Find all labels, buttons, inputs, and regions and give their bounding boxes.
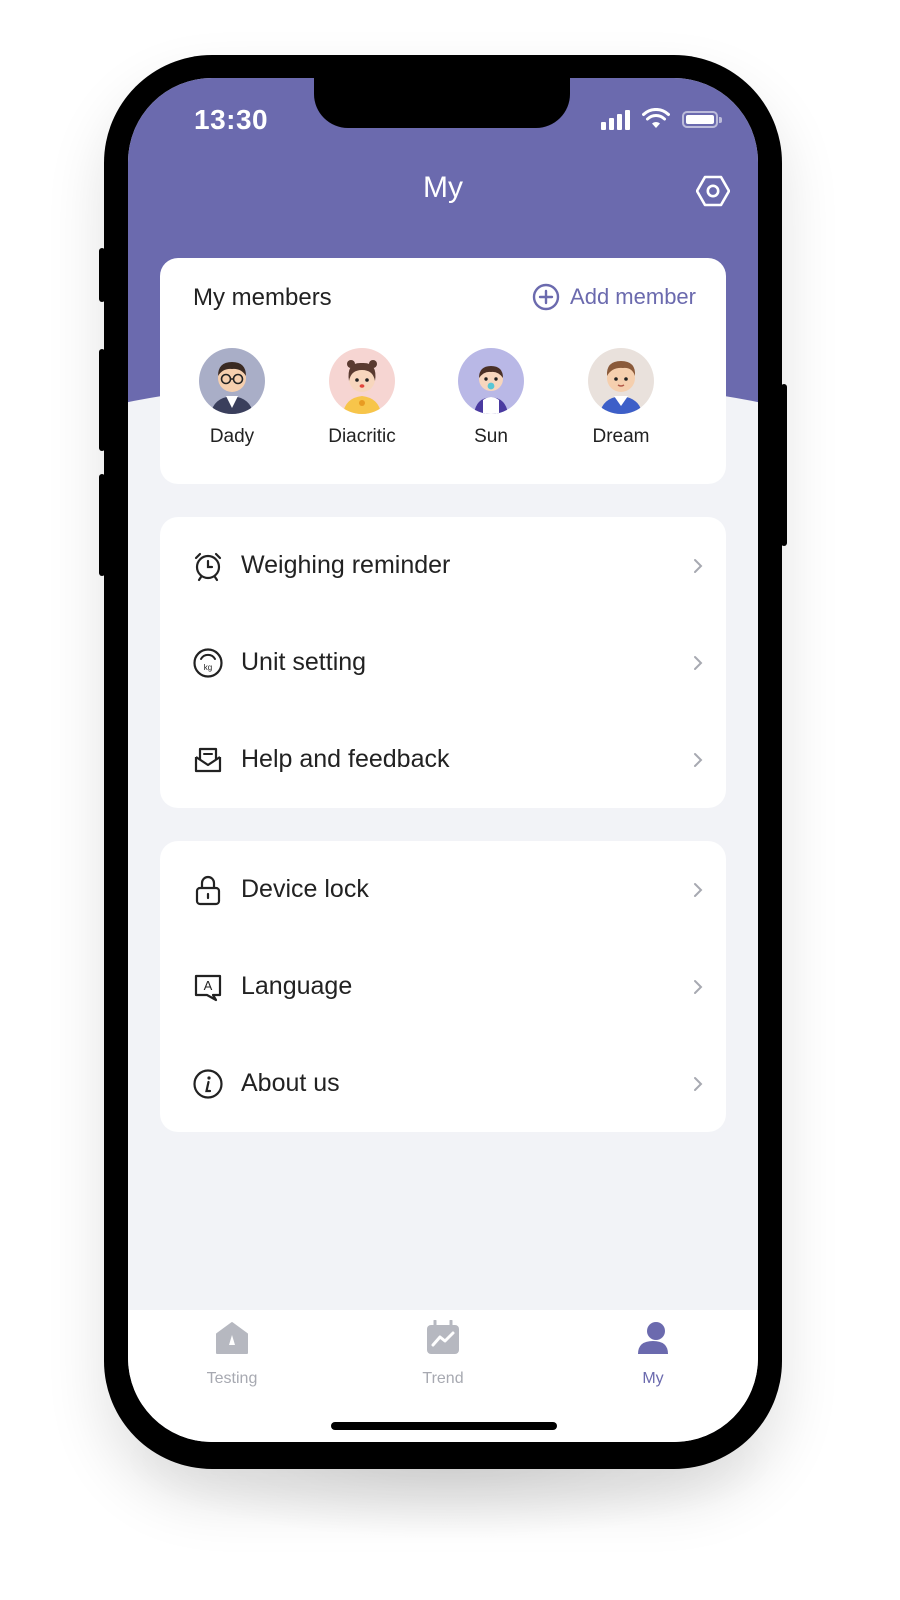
wifi-icon bbox=[642, 108, 670, 128]
home-indicator[interactable] bbox=[331, 1422, 557, 1430]
svg-text:A: A bbox=[204, 978, 213, 993]
member-diacritic[interactable]: Diacritic bbox=[307, 348, 417, 448]
menu-label: Unit setting bbox=[241, 648, 367, 676]
members-card: My members Add member Dady Diacritic Sun… bbox=[160, 258, 726, 484]
battery-icon bbox=[682, 110, 722, 128]
tab-trend[interactable]: Trend bbox=[373, 1319, 513, 1388]
menu-card-primary: Weighing reminder kg Unit setting Help a… bbox=[160, 517, 726, 808]
menu-item-about-us[interactable]: About us bbox=[160, 1035, 726, 1132]
avatar bbox=[199, 348, 265, 414]
menu-label: Device lock bbox=[241, 875, 369, 903]
member-name: Diacritic bbox=[328, 426, 396, 447]
menu-label: About us bbox=[241, 1069, 340, 1097]
home-icon bbox=[216, 1322, 248, 1354]
menu-item-language[interactable]: A Language bbox=[160, 938, 726, 1035]
screen: 13:30 My My members Add member Dady Diac… bbox=[128, 78, 758, 1442]
tab-label: Trend bbox=[422, 1370, 464, 1387]
page-title: My bbox=[423, 171, 463, 204]
kg-gauge-icon: kg bbox=[193, 647, 223, 678]
add-member-label: Add member bbox=[570, 284, 696, 309]
power-button bbox=[781, 384, 787, 546]
member-dream[interactable]: Dream bbox=[566, 348, 676, 448]
tab-label: My bbox=[642, 1370, 664, 1387]
info-icon bbox=[193, 1068, 223, 1099]
volume-down-button bbox=[99, 474, 105, 576]
tab-my[interactable]: My bbox=[583, 1320, 723, 1388]
chevron-right-icon bbox=[694, 558, 703, 573]
chevron-right-icon bbox=[694, 655, 703, 670]
tab-bar: Testing Trend My bbox=[128, 1310, 758, 1442]
member-dady[interactable]: Dady bbox=[177, 348, 287, 448]
menu-label: Help and feedback bbox=[241, 745, 450, 773]
lock-icon bbox=[195, 875, 221, 905]
menu-card-secondary: Device lock A Language About us bbox=[160, 841, 726, 1132]
mail-icon bbox=[194, 747, 222, 772]
svg-text:kg: kg bbox=[204, 663, 212, 672]
mute-switch bbox=[99, 248, 105, 302]
menu-item-device-lock[interactable]: Device lock bbox=[160, 841, 726, 938]
menu-item-weighing-reminder[interactable]: Weighing reminder bbox=[160, 517, 726, 614]
chevron-right-icon bbox=[694, 752, 703, 767]
trend-icon bbox=[427, 1319, 459, 1354]
tab-testing[interactable]: Testing bbox=[162, 1320, 302, 1388]
chevron-right-icon bbox=[694, 882, 703, 897]
member-name: Sun bbox=[474, 426, 508, 447]
avatar bbox=[458, 348, 524, 414]
language-icon: A bbox=[194, 974, 222, 1001]
avatar bbox=[588, 348, 654, 414]
members-title: My members bbox=[193, 284, 332, 311]
member-name: Dream bbox=[592, 426, 650, 447]
member-name: Dady bbox=[209, 426, 255, 447]
avatar bbox=[329, 348, 395, 414]
person-icon bbox=[638, 1322, 668, 1354]
cellular-signal-icon bbox=[601, 108, 630, 130]
status-time: 13:30 bbox=[194, 104, 269, 135]
volume-up-button bbox=[99, 349, 105, 451]
plus-circle-icon bbox=[532, 283, 560, 311]
settings-hexagon-icon[interactable] bbox=[696, 174, 730, 208]
alarm-clock-icon bbox=[194, 552, 222, 581]
chevron-right-icon bbox=[694, 979, 703, 994]
menu-label: Language bbox=[241, 972, 353, 1000]
menu-label: Weighing reminder bbox=[241, 551, 451, 579]
member-sun[interactable]: Sun bbox=[436, 348, 546, 448]
menu-item-unit-setting[interactable]: kg Unit setting bbox=[160, 614, 726, 711]
tab-label: Testing bbox=[206, 1370, 258, 1387]
notch bbox=[314, 78, 570, 128]
add-member-button[interactable]: Add member bbox=[532, 283, 696, 311]
chevron-right-icon bbox=[694, 1076, 703, 1091]
menu-item-help-feedback[interactable]: Help and feedback bbox=[160, 711, 726, 808]
status-icons bbox=[601, 108, 722, 130]
